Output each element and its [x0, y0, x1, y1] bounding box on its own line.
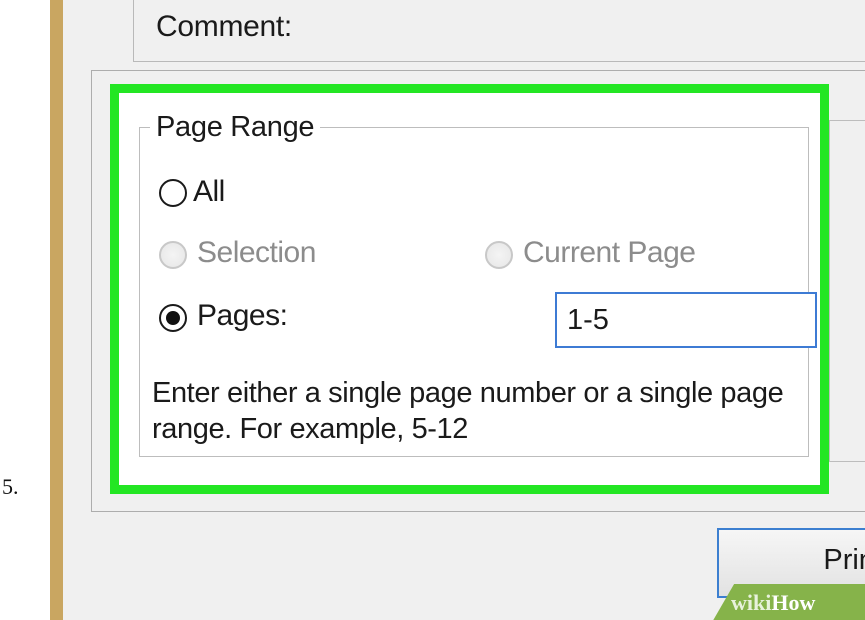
pages-input[interactable] — [555, 292, 817, 348]
page-range-hint: Enter either a single page number or a s… — [152, 377, 784, 445]
highlight-box: Page Range All Selection Current Page Pa… — [110, 84, 829, 494]
watermark-how: How — [771, 590, 816, 615]
radio-all-label[interactable]: All — [193, 175, 225, 209]
radio-current-page[interactable] — [485, 241, 513, 269]
window-frame-border — [50, 0, 63, 620]
wikihow-watermark: wikiHow — [731, 590, 815, 616]
radio-selection[interactable] — [159, 241, 187, 269]
radio-current-page-label: Current Page — [523, 236, 696, 269]
right-panel — [829, 120, 865, 462]
page-range-legend: Page Range — [150, 111, 321, 144]
radio-selection-label: Selection — [197, 236, 316, 269]
radio-pages-label[interactable]: Pages: — [197, 299, 288, 333]
print-dialog: Comment: Page Range All Selection Curren… — [63, 0, 865, 620]
step-number: 5. — [2, 474, 19, 499]
comment-label: Comment: — [156, 10, 292, 43]
radio-all[interactable] — [159, 179, 187, 207]
watermark-wiki: wiki — [731, 590, 772, 615]
radio-selected-icon — [166, 311, 180, 325]
radio-pages[interactable] — [159, 304, 187, 332]
